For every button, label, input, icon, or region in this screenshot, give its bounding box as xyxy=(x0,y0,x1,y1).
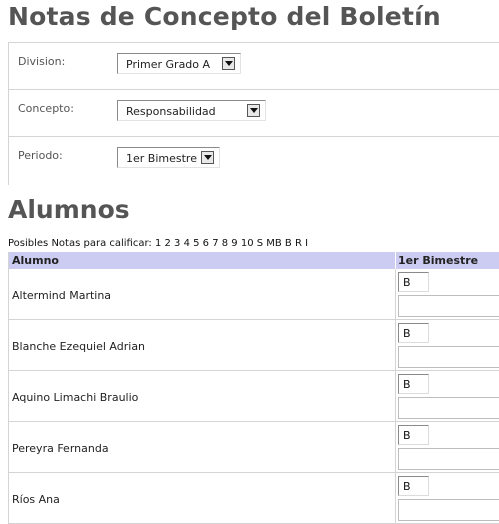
concepto-label: Concepto: xyxy=(18,102,74,115)
periodo-label: Periodo: xyxy=(18,149,63,162)
table-row: Aquino Limachi Braulio B xyxy=(8,371,499,422)
concepto-select-value: Responsabilidad xyxy=(126,105,216,118)
division-label: Division: xyxy=(18,55,66,68)
alumnos-table: Alumno 1er Bimestre Altermind Martina B … xyxy=(8,252,499,524)
division-select-value: Primer Grado A xyxy=(126,58,211,71)
division-select[interactable]: Primer Grado A xyxy=(117,53,241,74)
table-row: Ríos Ana B xyxy=(8,473,499,524)
observation-input[interactable] xyxy=(398,295,499,317)
header-divider xyxy=(395,252,396,269)
student-name: Blanche Ezequiel Adrian xyxy=(12,340,146,353)
student-name: Ríos Ana xyxy=(12,493,60,506)
concepto-select[interactable]: Responsabilidad xyxy=(117,100,266,121)
column-header-periodo: 1er Bimestre xyxy=(398,254,479,267)
periodo-select[interactable]: 1er Bimestre xyxy=(117,147,220,168)
grade-input[interactable]: B xyxy=(398,476,429,496)
grades-hint: Posibles Notas para calificar: 1 2 3 4 5… xyxy=(8,238,309,249)
grade-input[interactable]: B xyxy=(398,374,429,394)
chevron-down-icon[interactable] xyxy=(247,104,260,117)
observation-input[interactable] xyxy=(398,346,499,368)
table-header: Alumno 1er Bimestre xyxy=(8,252,499,269)
chevron-down-icon[interactable] xyxy=(201,151,214,164)
table-row: Blanche Ezequiel Adrian B xyxy=(8,320,499,371)
filter-row-division: Division: Primer Grado A xyxy=(9,43,499,90)
table-row: Altermind Martina B xyxy=(8,269,499,320)
column-divider xyxy=(395,473,396,523)
student-name: Aquino Limachi Braulio xyxy=(12,391,139,404)
grade-input[interactable]: B xyxy=(398,425,429,445)
filter-row-periodo: Periodo: 1er Bimestre xyxy=(9,137,499,183)
observation-input[interactable] xyxy=(398,397,499,419)
column-divider xyxy=(395,269,396,319)
column-divider xyxy=(395,371,396,421)
student-name: Altermind Martina xyxy=(12,289,112,302)
chevron-down-icon[interactable] xyxy=(222,57,235,70)
grade-input[interactable]: B xyxy=(398,272,429,292)
column-header-alumno: Alumno xyxy=(12,254,59,267)
page-title: Notas de Concepto del Boletín xyxy=(8,2,441,31)
observation-input[interactable] xyxy=(398,448,499,470)
periodo-select-value: 1er Bimestre xyxy=(126,152,197,165)
table-row: Pereyra Fernanda B xyxy=(8,422,499,473)
student-name: Pereyra Fernanda xyxy=(12,442,109,455)
column-divider xyxy=(395,320,396,370)
column-divider xyxy=(395,422,396,472)
alumnos-title: Alumnos xyxy=(8,195,130,224)
grade-input[interactable]: B xyxy=(398,323,429,343)
filter-row-concepto: Concepto: Responsabilidad xyxy=(9,90,499,137)
filters-form: Division: Primer Grado A Concepto: Respo… xyxy=(8,42,499,185)
observation-input[interactable] xyxy=(398,499,499,521)
